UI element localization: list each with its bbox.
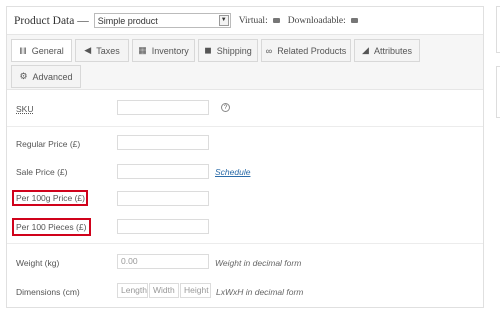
side-panel-fragment (496, 66, 500, 118)
dimensions-hint: LxWxH in decimal form (216, 287, 304, 297)
tab-taxes[interactable]: ◀ Taxes (75, 39, 129, 62)
divider (7, 126, 483, 127)
sku-label: SKU (16, 104, 34, 114)
tab-label: Advanced (32, 71, 73, 82)
tab-label: Shipping (216, 45, 252, 56)
schedule-link[interactable]: Schedule (215, 167, 250, 177)
regular-price-label: Regular Price (£) (16, 139, 81, 149)
product-data-panel: Product Data — Simple product ▼ Virtual:… (6, 6, 484, 308)
downloadable-label: Downloadable: (287, 15, 346, 26)
tab-advanced[interactable]: ⚙ Advanced (11, 65, 81, 88)
truck-icon: ◼ (204, 45, 212, 55)
sku-input[interactable] (117, 100, 209, 115)
product-data-tabs: ‖‖ General ◀ Taxes ▦ Inventory ◼ Shippin… (7, 35, 483, 90)
tab-inventory[interactable]: ▦ Inventory (132, 39, 195, 62)
gear-icon: ⚙ (19, 71, 28, 81)
per-100-pieces-input[interactable] (117, 219, 209, 234)
sale-price-input[interactable] (117, 164, 209, 179)
panel-title: Product Data — (14, 14, 89, 27)
downloadable-flag: Downloadable: (288, 16, 358, 26)
per-100g-input[interactable] (117, 191, 209, 206)
panel-header: Product Data — Simple product ▼ Virtual:… (7, 7, 483, 35)
weight-input[interactable]: 0.00 (117, 254, 209, 269)
virtual-flag: Virtual: (239, 16, 280, 26)
per-100g-label: Per 100g Price (£) (16, 193, 85, 203)
tab-label: General (31, 45, 64, 56)
height-input[interactable]: Height (180, 283, 211, 298)
length-input[interactable]: Length (117, 283, 148, 298)
weight-label: Weight (kg) (16, 258, 60, 268)
sale-price-label: Sale Price (£) (16, 167, 68, 177)
ruler-icon: ◢ (362, 45, 369, 55)
regular-price-input[interactable] (117, 135, 209, 150)
divider (7, 243, 483, 244)
help-icon[interactable]: ? (221, 103, 230, 112)
link-icon: ∞ (265, 45, 273, 56)
boxes-icon: ▦ (138, 45, 147, 55)
tab-label: Taxes (96, 45, 120, 56)
virtual-checkbox[interactable] (272, 18, 280, 23)
sliders-icon: ‖‖ (19, 45, 27, 56)
tab-attributes[interactable]: ◢ Attributes (354, 39, 420, 62)
dimensions-label: Dimensions (cm) (16, 287, 80, 297)
side-panel-fragment (496, 6, 500, 53)
product-type-select[interactable]: Simple product ▼ (93, 13, 231, 28)
width-input[interactable]: Width (149, 283, 179, 298)
tab-shipping[interactable]: ◼ Shipping (198, 39, 258, 62)
tab-label: Attributes (373, 45, 412, 56)
virtual-label: Virtual: (238, 15, 268, 26)
tab-label: Related Products (277, 45, 347, 56)
tab-label: Inventory (151, 45, 189, 56)
per-100-pieces-label: Per 100 Pieces (£) (16, 222, 87, 232)
downloadable-checkbox[interactable] (350, 18, 358, 23)
tab-general[interactable]: ‖‖ General (11, 39, 72, 62)
tag-icon: ◀ (84, 45, 92, 55)
weight-hint: Weight in decimal form (215, 258, 302, 268)
product-type-value: Simple product (97, 15, 158, 26)
chevron-down-icon[interactable]: ▼ (218, 15, 229, 26)
tab-related-products[interactable]: ∞ Related Products (261, 39, 351, 62)
